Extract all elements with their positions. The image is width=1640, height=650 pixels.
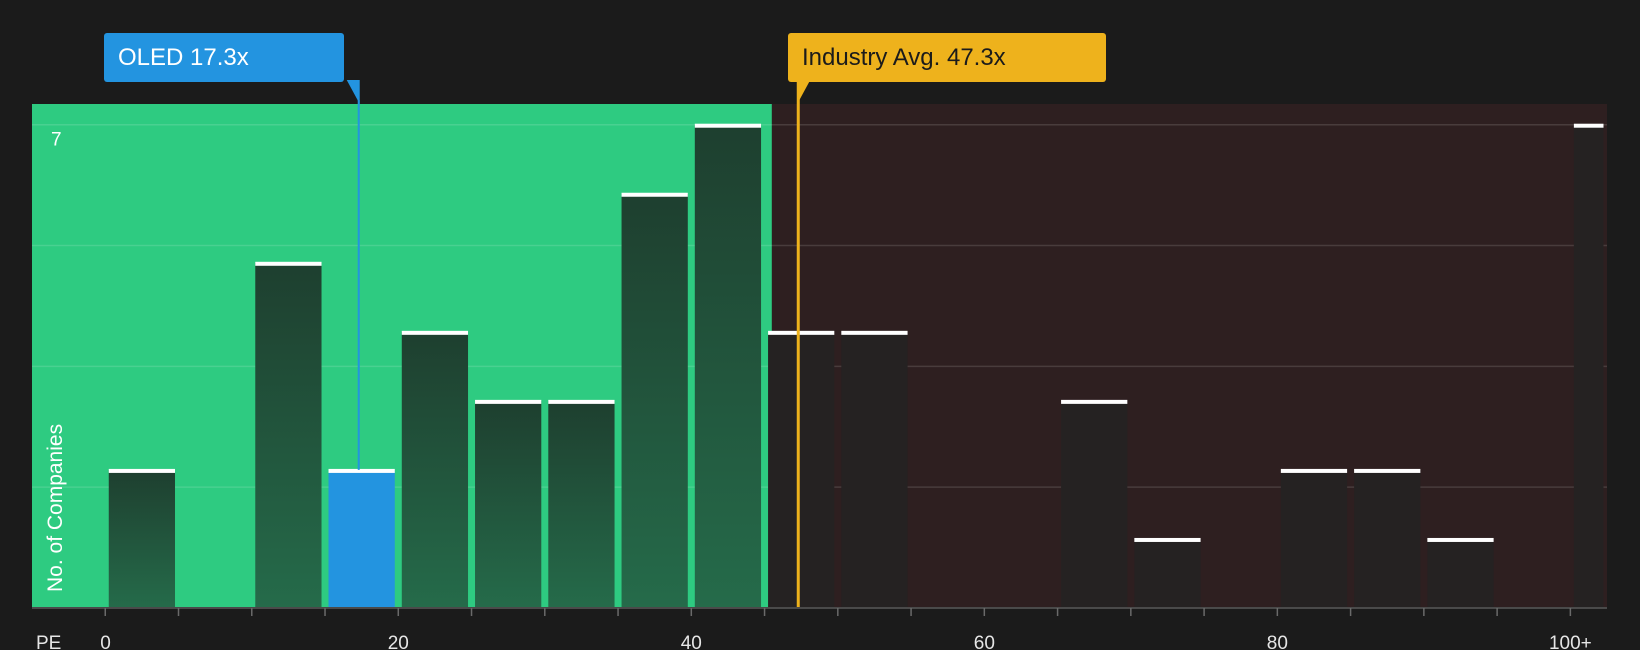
histogram-bar [1061,400,1128,608]
x-tick-label: 20 [388,633,409,650]
histogram-bar [475,400,542,608]
x-axis [32,607,1607,616]
bar-cap [548,399,615,404]
bar-cap [768,330,835,335]
bar-cap [621,192,688,197]
y-tick-label: 7 [51,130,62,151]
x-tick-label: 100+ [1549,633,1592,650]
x-tick-label: 0 [100,633,111,650]
bar-cap [694,123,762,128]
bar-cap [1573,123,1604,128]
industry-avg-callout: Industry Avg. 47.3x [788,33,1106,82]
bar-cap [475,399,542,404]
histogram-bar [1280,469,1348,608]
histogram-bar [401,331,469,608]
histogram-bar [694,124,762,608]
y-axis-title: No. of Companies [44,424,67,592]
bar-cap [108,468,176,473]
histogram-bar [1354,469,1421,608]
bar-cap [255,261,322,266]
company-bar [328,469,395,608]
histogram-bar [108,469,176,608]
bar-cap [1061,399,1128,404]
histogram-bar [548,400,615,608]
histogram-bar [621,193,688,608]
bar-cap [1134,537,1201,542]
histogram-bar [841,331,908,608]
bar-cap [1354,468,1421,473]
company-pe-callout: OLED 17.3x [104,33,344,82]
bar-cap [841,330,908,335]
bar-cap [401,330,469,335]
bar-cap [1280,468,1348,473]
bar-cap [1427,537,1494,542]
x-axis-title: PE [36,633,61,650]
histogram-bar [1134,538,1201,608]
bar-cap [328,468,395,473]
pe-histogram-chart: 0 20 40 60 80 100+ PE 7 No. of Companies [32,80,1607,650]
x-tick-label: 80 [1267,633,1288,650]
histogram-bar [768,331,835,608]
histogram-bar [1573,124,1604,608]
x-tick-label: 60 [974,633,995,650]
x-tick-label: 40 [681,633,702,650]
histogram-bar [255,262,322,608]
histogram-bar [1427,538,1494,608]
